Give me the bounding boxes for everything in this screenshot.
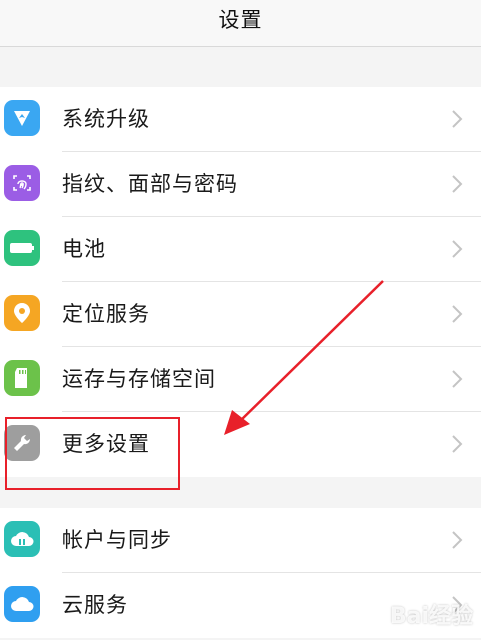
settings-item-location[interactable]: 定位服务: [0, 282, 481, 347]
settings-item-label: 系统升级: [62, 107, 150, 131]
settings-item-system-update[interactable]: 系统升级: [0, 87, 481, 152]
settings-section-1: 系统升级 指纹、面部与密码 电池 定位服务 运存与存储空间 更多设置: [0, 87, 481, 477]
fingerprint-icon: [4, 165, 40, 201]
chevron-right-icon: [452, 531, 463, 549]
watermark: Bai经验: [389, 604, 473, 629]
settings-item-label: 运存与存储空间: [62, 367, 216, 391]
page-title: 设置: [218, 8, 263, 32]
settings-item-label: 帐户与同步: [62, 528, 172, 552]
cloud-sync-icon: [4, 521, 40, 557]
system-update-icon: [4, 100, 40, 136]
header-bar: 设置: [0, 0, 481, 47]
settings-item-account-sync[interactable]: 帐户与同步: [0, 508, 481, 573]
chevron-right-icon: [452, 370, 463, 388]
chevron-right-icon: [452, 240, 463, 258]
wrench-icon: [4, 425, 40, 461]
chevron-right-icon: [452, 305, 463, 323]
settings-item-label: 更多设置: [62, 432, 150, 456]
chevron-right-icon: [452, 110, 463, 128]
settings-item-label: 云服务: [62, 593, 128, 617]
settings-item-fingerprint[interactable]: 指纹、面部与密码: [0, 152, 481, 217]
settings-item-more-settings[interactable]: 更多设置: [0, 412, 481, 477]
settings-item-label: 电池: [62, 237, 106, 261]
settings-item-label: 定位服务: [62, 302, 150, 326]
settings-screen: 设置 系统升级 指纹、面部与密码 电池 定位服务 运存与存储空间 更多设置 帐户…: [0, 0, 481, 640]
settings-item-label: 指纹、面部与密码: [62, 172, 238, 196]
chevron-right-icon: [452, 435, 463, 453]
storage-icon: [4, 360, 40, 396]
chevron-right-icon: [452, 175, 463, 193]
location-icon: [4, 295, 40, 331]
settings-item-battery[interactable]: 电池: [0, 217, 481, 282]
settings-item-storage[interactable]: 运存与存储空间: [0, 347, 481, 412]
cloud-icon: [4, 586, 40, 622]
battery-icon: [4, 230, 40, 266]
